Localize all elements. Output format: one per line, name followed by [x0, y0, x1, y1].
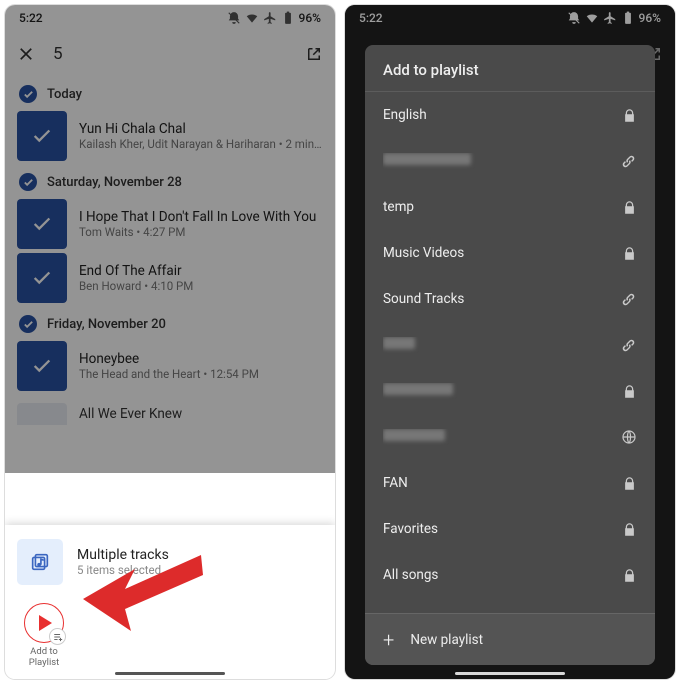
status-bar: 5:22 96%	[5, 5, 335, 31]
link-icon	[620, 291, 637, 308]
track-title: Yun Hi Chala Chal	[79, 121, 323, 137]
selection-count: 5	[53, 44, 287, 64]
selection-toolbar: 5	[5, 31, 335, 77]
bottom-sheet: Multiple tracks 5 items selected Add to …	[5, 525, 335, 679]
playlist-name	[383, 383, 622, 399]
lock-icon	[622, 568, 637, 583]
playlist-name	[383, 337, 620, 353]
playlist-item[interactable]	[365, 322, 655, 368]
globe-icon	[621, 429, 637, 445]
battery-icon	[281, 11, 295, 25]
playlist-item[interactable]: English	[365, 92, 655, 138]
playlist-name: English	[383, 107, 622, 123]
status-right: 96%	[227, 11, 321, 25]
track-row[interactable]: End Of The Affair Ben Howard • 4:10 PM	[5, 253, 335, 307]
add-to-playlist-action[interactable]: Add to Playlist	[17, 603, 71, 669]
playlist-item[interactable]: FAN	[365, 460, 655, 506]
playlist-name: Sound Tracks	[383, 291, 620, 307]
playlist-name: FAN	[383, 475, 622, 491]
new-playlist-label: New playlist	[410, 632, 483, 648]
lock-icon	[622, 108, 637, 123]
track-subtitle: The Head and the Heart • 12:54 PM	[79, 367, 323, 381]
playlist-name: All songs	[383, 567, 622, 583]
lock-icon	[622, 200, 637, 215]
playlist-list: English temp Music Videos Sound Tracks FAN Fa…	[365, 92, 655, 613]
playlist-name: Favorites	[383, 521, 622, 537]
lock-icon	[622, 246, 637, 261]
playlist-item[interactable]	[365, 138, 655, 184]
track-checkbox[interactable]	[17, 111, 67, 161]
playlist-item[interactable]	[365, 414, 655, 460]
home-indicator[interactable]	[455, 672, 565, 675]
sheet-title: Multiple tracks	[77, 547, 169, 563]
status-time: 5:22	[19, 11, 43, 25]
playlist-name	[383, 429, 621, 445]
playlist-item[interactable]: Sound Tracks	[365, 276, 655, 322]
track-subtitle: Kailash Kher, Udit Narayan & Hariharan •…	[79, 137, 323, 151]
airplane-icon	[263, 11, 277, 25]
date-label: Friday, November 20	[47, 317, 166, 332]
phone-screenshot-selection: 5:22 96% 5 Today Yun Hi Chala Chal Ka	[5, 5, 335, 679]
track-row-partial[interactable]: All We Ever Knew	[5, 395, 335, 425]
date-label: Saturday, November 28	[47, 175, 182, 190]
add-to-playlist-dialog: Add to playlist English temp Music Videos S…	[365, 45, 655, 665]
lock-icon	[622, 522, 637, 537]
home-indicator[interactable]	[115, 672, 225, 675]
wifi-icon	[245, 11, 259, 25]
action-label: Add to Playlist	[29, 647, 60, 669]
phone-screenshot-playlist-dialog: 5:22 96% Add to playlist EnglishtempMusi…	[345, 5, 675, 679]
track-row[interactable]: Honeybee The Head and the Heart • 12:54 …	[5, 341, 335, 395]
link-icon	[620, 337, 637, 354]
link-icon	[620, 153, 637, 170]
playlist-name	[383, 153, 620, 169]
playlist-name: temp	[383, 199, 622, 215]
date-header-fri[interactable]: Friday, November 20	[5, 307, 335, 341]
track-row[interactable]: I Hope That I Don't Fall In Love With Yo…	[5, 199, 335, 253]
lock-icon	[622, 384, 637, 399]
playlist-item[interactable]	[365, 368, 655, 414]
dialog-title: Add to playlist	[365, 45, 655, 92]
multiple-tracks-icon	[17, 539, 63, 585]
sheet-subtitle: 5 items selected	[77, 563, 169, 577]
playlist-item[interactable]: All songs	[365, 552, 655, 598]
dnd-icon	[227, 11, 241, 25]
open-external-icon[interactable]	[305, 45, 323, 63]
date-label: Today	[47, 87, 82, 102]
close-icon[interactable]	[17, 45, 35, 63]
track-subtitle: Tom Waits • 4:27 PM	[79, 225, 323, 239]
check-icon	[19, 85, 37, 103]
playlist-item[interactable]: Music Videos	[365, 230, 655, 276]
track-title: End Of The Affair	[79, 263, 323, 279]
playlist-item[interactable]: Favorites	[365, 506, 655, 552]
playlist-item[interactable]: temp	[365, 184, 655, 230]
new-playlist-button[interactable]: + New playlist	[365, 613, 655, 665]
track-title: I Hope That I Don't Fall In Love With Yo…	[79, 209, 323, 225]
playlist-name: Music Videos	[383, 245, 622, 261]
battery-pct: 96%	[299, 11, 321, 25]
youtube-music-icon	[24, 603, 64, 643]
lock-icon	[622, 476, 637, 491]
track-title: All We Ever Knew	[79, 406, 182, 422]
date-header-today[interactable]: Today	[5, 77, 335, 111]
plus-icon: +	[383, 630, 394, 650]
track-title: Honeybee	[79, 351, 323, 367]
track-subtitle: Ben Howard • 4:10 PM	[79, 279, 323, 293]
track-row[interactable]: Yun Hi Chala Chal Kailash Kher, Udit Nar…	[5, 111, 335, 165]
date-header-sat[interactable]: Saturday, November 28	[5, 165, 335, 199]
playlist-add-badge-icon	[49, 628, 66, 645]
